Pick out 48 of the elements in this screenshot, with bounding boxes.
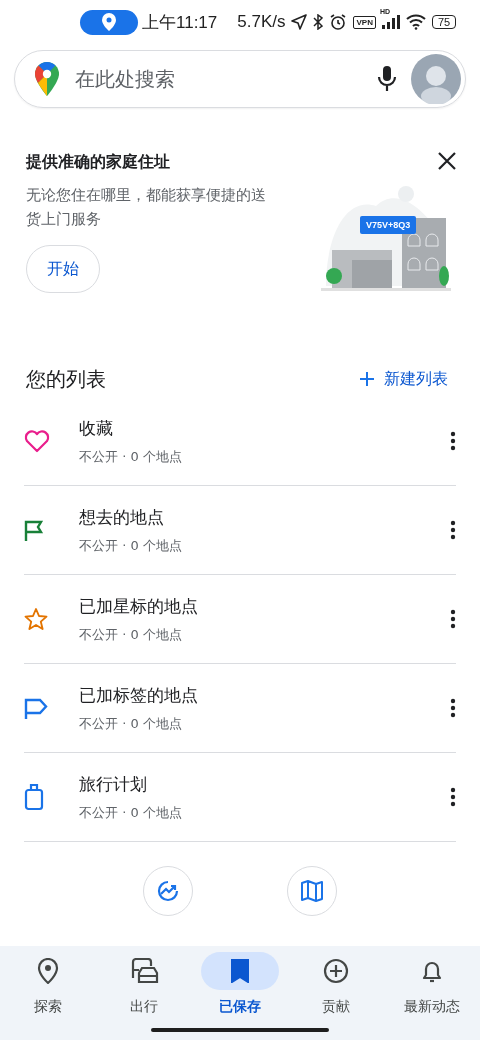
wifi-icon: [405, 14, 426, 30]
card-title: 提供准确的家庭住址: [26, 152, 171, 173]
nav-tab[interactable]: 出行: [96, 952, 192, 1040]
section-title: 您的列表: [26, 365, 106, 393]
trending-icon: [156, 879, 180, 903]
clock: 上午11:17: [142, 11, 218, 34]
new-list-button[interactable]: 新建列表: [360, 368, 448, 390]
list-details: 不公开 · 0 个地点: [79, 714, 183, 733]
navigation-arrow-icon: [291, 14, 308, 30]
alarm-icon: [329, 13, 348, 31]
more-options-icon[interactable]: [450, 520, 456, 540]
shortcut-button[interactable]: [287, 866, 337, 916]
bus-and-car-icon: [129, 958, 159, 984]
list-name[interactable]: 已加星标的地点: [79, 594, 450, 618]
start-button[interactable]: 开始: [26, 245, 100, 293]
more-options-icon[interactable]: [450, 698, 456, 718]
more-options-icon[interactable]: [450, 609, 456, 629]
nav-tab[interactable]: 最新动态: [384, 952, 480, 1040]
list-details: 不公开 · 0 个地点: [79, 625, 183, 644]
vpn-indicator: VPN: [353, 15, 376, 29]
bluetooth-icon: [313, 14, 324, 30]
nav-tab[interactable]: 探索: [0, 952, 96, 1040]
list-name[interactable]: 已加标签的地点: [79, 683, 450, 707]
list-details: 不公开 · 0 个地点: [79, 447, 183, 466]
plus-icon: [360, 372, 374, 386]
network-speed: 5.7K/s: [237, 12, 286, 32]
more-options-icon[interactable]: [450, 431, 456, 451]
list-name[interactable]: 收藏: [79, 416, 450, 440]
more-options-icon[interactable]: [450, 787, 456, 807]
card-description: 无论您住在哪里，都能获享便捷的送货上门服务: [26, 185, 267, 230]
list-name[interactable]: 想去的地点: [79, 505, 450, 529]
map-icon: [301, 880, 323, 902]
battery-indicator: 75: [431, 15, 457, 29]
list-name[interactable]: 旅行计划: [79, 772, 450, 796]
list-details: 不公开 · 0 个地点: [79, 536, 183, 555]
signal-icon: [381, 15, 400, 29]
search-field[interactable]: 在此处搜索: [73, 66, 363, 92]
microphone-icon[interactable]: [377, 65, 397, 93]
plus-code-tag: V75V+8Q3: [360, 216, 417, 234]
shortcut-button[interactable]: [143, 866, 193, 916]
bookmark-icon: [231, 959, 249, 983]
map-pin-logo-icon: [35, 62, 59, 96]
add-circle-icon: [323, 958, 349, 984]
nav-tab[interactable]: 贡献: [288, 952, 384, 1040]
location-pin-icon: [102, 13, 116, 31]
close-icon[interactable]: [438, 152, 456, 170]
list-details: 不公开 · 0 个地点: [79, 803, 183, 822]
location-pin-icon: [37, 958, 59, 984]
